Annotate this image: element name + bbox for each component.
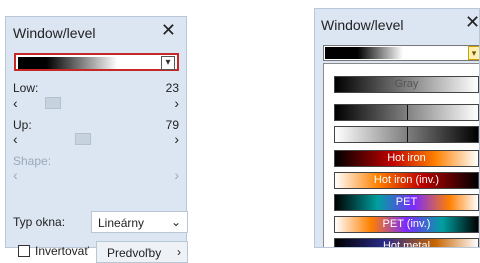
chevron-right-icon[interactable]: ›: [174, 95, 179, 111]
window-level-panel-left: Window/level ✕ ▾ Low: 23 ‹ › Up: 79 ‹ › …: [5, 16, 188, 263]
chevron-right-icon: ›: [177, 245, 181, 259]
chevron-left-icon: ‹: [13, 167, 18, 183]
up-slider-thumb[interactable]: [75, 133, 91, 145]
presets-label: Predvoľby: [107, 246, 162, 260]
lut-option-label: Hot iron (inv.): [373, 174, 440, 186]
split-divider: [407, 105, 408, 120]
panel-title: Window/level: [321, 17, 404, 33]
lut-gradient-preview: [18, 57, 160, 69]
lut-select[interactable]: ▾: [14, 53, 179, 71]
window-type-label: Typ okna:: [13, 215, 66, 229]
close-icon[interactable]: ✕: [465, 13, 479, 31]
invert-checkbox[interactable]: [18, 245, 30, 257]
chevron-down-icon[interactable]: ▾: [161, 56, 175, 70]
up-slider[interactable]: ‹ ›: [13, 131, 179, 147]
lut-option-label: Gray: [394, 78, 419, 90]
lut-option-label: PET (inv.): [382, 218, 431, 230]
lut-gradient-preview: [325, 47, 455, 59]
lut-option-hot-metal[interactable]: Hot metal: [334, 238, 479, 248]
lut-option-split-1[interactable]: [334, 104, 479, 121]
lut-dropdown-list: Gray Hot iron Hot iron (inv.) PET PET (i…: [323, 63, 479, 248]
low-label: Low:: [13, 81, 39, 95]
lut-option-gray[interactable]: Gray: [334, 76, 479, 93]
shape-slider: ‹ ›: [13, 167, 179, 183]
lut-option-label: Hot iron: [387, 152, 426, 164]
close-icon[interactable]: ✕: [161, 21, 176, 39]
low-value: 23: [165, 81, 179, 95]
window-level-panel-right: Window/level ✕ ▾ Gray Hot iron Hot iron …: [314, 8, 480, 248]
lut-option-pet[interactable]: PET: [334, 194, 479, 211]
window-type-value: Lineárny: [98, 216, 145, 230]
split-divider: [407, 127, 408, 142]
up-label: Up:: [13, 118, 32, 132]
panel-title: Window/level: [13, 25, 96, 41]
invert-label: Invertovať: [35, 244, 89, 258]
window-type-select[interactable]: Lineárny ⌄: [91, 211, 188, 233]
chevron-left-icon[interactable]: ‹: [13, 131, 18, 147]
lut-option-label: Hot metal: [382, 240, 431, 248]
chevron-down-icon: ⌄: [170, 215, 181, 229]
lut-option-label: PET: [395, 196, 418, 208]
presets-button[interactable]: Predvoľby ›: [96, 241, 188, 263]
chevron-down-icon[interactable]: ▾: [468, 46, 479, 60]
shape-label: Shape:: [13, 154, 52, 168]
up-value: 79: [165, 118, 179, 132]
lut-option-hot-iron[interactable]: Hot iron: [334, 150, 479, 167]
lut-option-hot-iron-inv[interactable]: Hot iron (inv.): [334, 172, 479, 189]
chevron-right-icon: ›: [174, 167, 179, 183]
chevron-right-icon[interactable]: ›: [174, 131, 179, 147]
low-slider-thumb[interactable]: [45, 97, 61, 109]
lut-select[interactable]: ▾: [323, 45, 479, 61]
chevron-left-icon[interactable]: ‹: [13, 95, 18, 111]
lut-option-split-2[interactable]: [334, 126, 479, 143]
lut-option-pet-inv[interactable]: PET (inv.): [334, 216, 479, 233]
low-slider[interactable]: ‹ ›: [13, 95, 179, 111]
